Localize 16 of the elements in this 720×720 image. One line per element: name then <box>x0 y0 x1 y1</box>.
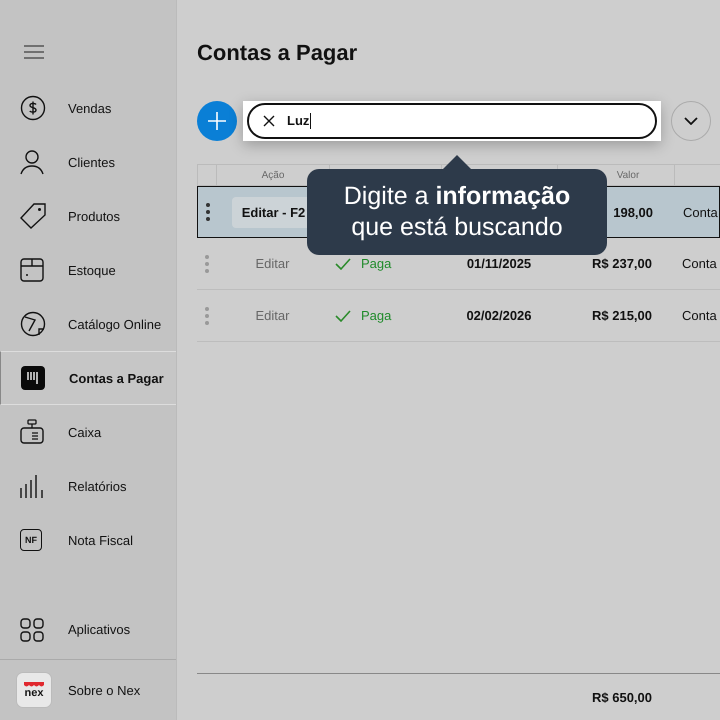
description-cell: Conta <box>683 204 718 220</box>
status-text: Paga <box>361 256 392 271</box>
description-cell: Conta <box>682 256 717 271</box>
nf-icon: NF <box>20 529 42 551</box>
tooltip: Digite a informação que está buscando <box>307 169 607 255</box>
date-cell: 01/11/2025 <box>466 256 532 271</box>
search-text: Luz <box>287 113 312 129</box>
description-cell: Conta <box>682 308 717 323</box>
page-title: Contas a Pagar <box>197 40 358 66</box>
value-cell: R$ 215,00 <box>592 308 652 323</box>
value-cell: 198,00 <box>613 204 653 220</box>
status-text: Paga <box>361 308 392 323</box>
value-cell: R$ 237,00 <box>592 256 652 271</box>
total-value: R$ 650,00 <box>592 690 652 704</box>
date-cell: 02/02/2026 <box>466 308 532 323</box>
nex-logo: nex <box>16 672 52 708</box>
